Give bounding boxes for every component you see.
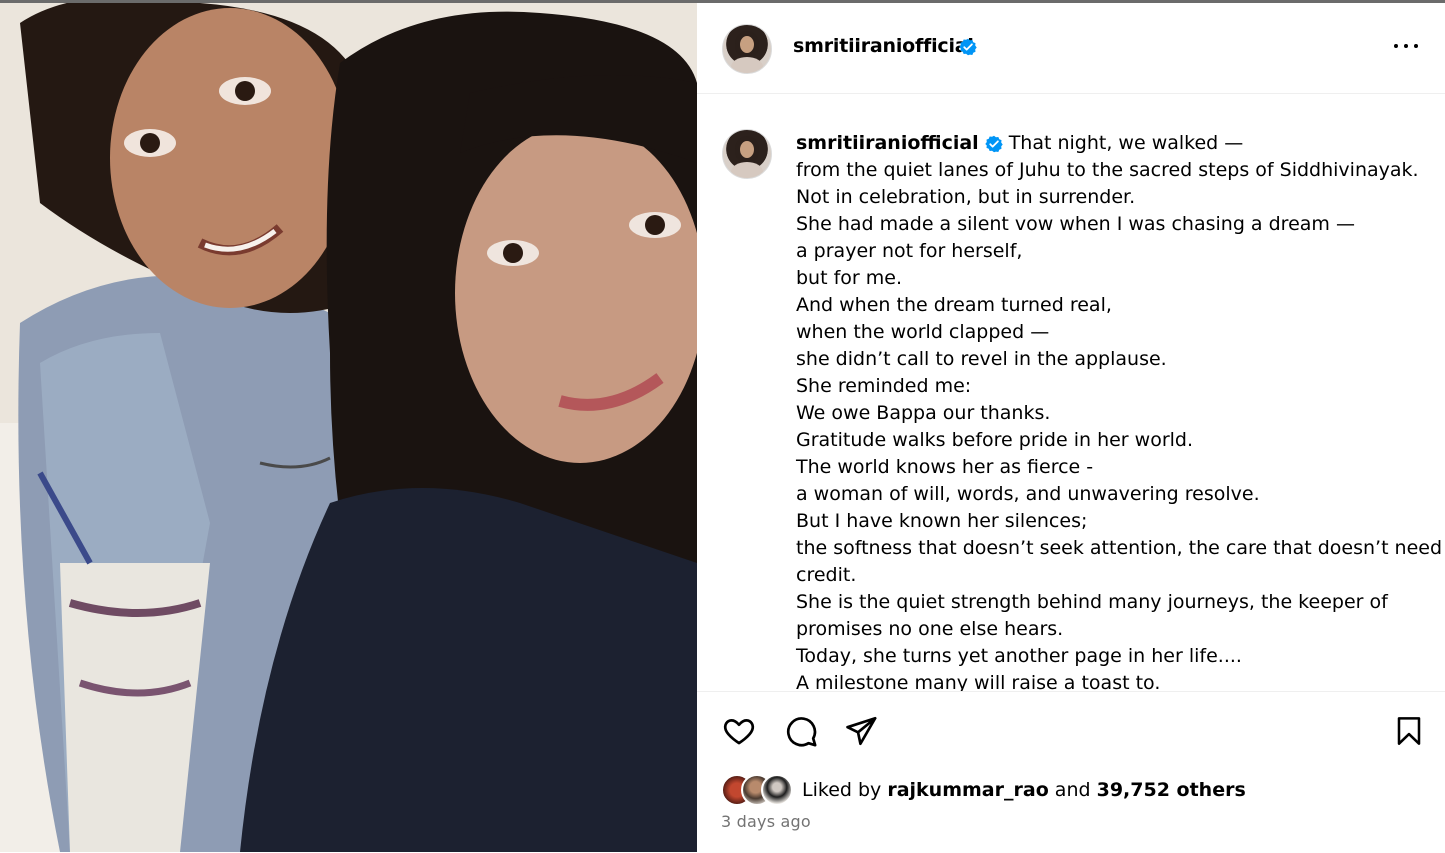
- caption-line: She reminded me:: [796, 375, 972, 397]
- caption-first-line: smritiiraniofficial That night, we walke…: [796, 130, 1426, 157]
- caption-line: We owe Bappa our thanks.: [796, 402, 1051, 424]
- liker-avatars[interactable]: [721, 774, 801, 806]
- avatar[interactable]: [761, 774, 793, 806]
- post-actions: Liked by rajkummar_rao and 39,752 others…: [697, 691, 1445, 853]
- caption-line: a woman of will, words, and unwavering r…: [796, 483, 1260, 505]
- caption-line: promises no one else hears.: [796, 618, 1064, 640]
- caption-line: A milestone many will raise a toast to.: [796, 672, 1161, 691]
- caption-line: Gratitude walks before pride in her worl…: [796, 429, 1194, 451]
- heart-icon[interactable]: [721, 714, 757, 748]
- caption-line: she didn’t call to revel in the applause…: [796, 348, 1167, 370]
- author-username[interactable]: smritiiraniofficial: [793, 35, 974, 57]
- more-options-icon[interactable]: [1391, 34, 1421, 58]
- caption-line: from the quiet lanes of Juhu to the sacr…: [796, 159, 1419, 181]
- caption-line: And when the dream turned real,: [796, 294, 1112, 316]
- paper-plane-icon[interactable]: [844, 714, 878, 748]
- likes-others-count[interactable]: 39,752 others: [1097, 779, 1246, 801]
- post-timestamp[interactable]: 3 days ago: [721, 812, 811, 831]
- likes-summary[interactable]: Liked by rajkummar_rao and 39,752 others: [802, 779, 1246, 801]
- caption-line: when the world clapped —: [796, 321, 1050, 343]
- caption-line: credit.: [796, 564, 857, 586]
- caption-line: but for me.: [796, 267, 902, 289]
- likes-connector: and: [1054, 779, 1091, 801]
- caption-line: Not in celebration, but in surrender.: [796, 186, 1136, 208]
- post-photo[interactable]: [0, 3, 697, 852]
- comment-bubble-icon[interactable]: [783, 714, 819, 748]
- top-liker-username[interactable]: rajkummar_rao: [887, 779, 1048, 801]
- caption-author-avatar[interactable]: [722, 129, 772, 179]
- post-details-panel: smritiiraniofficial smritiiraniofficial …: [697, 3, 1445, 852]
- likes-prefix: Liked by: [802, 779, 882, 801]
- caption-line: That night, we walked —: [1008, 132, 1244, 154]
- caption-line: Today, she turns yet another page in her…: [796, 645, 1242, 667]
- verified-badge-icon: [959, 38, 977, 56]
- caption-line: the softness that doesn’t seek attention…: [796, 537, 1443, 559]
- author-avatar[interactable]: [722, 24, 772, 74]
- photo-illustration: [0, 3, 697, 852]
- post-header: smritiiraniofficial: [697, 3, 1445, 94]
- caption-username[interactable]: smritiiraniofficial: [796, 130, 979, 157]
- caption-line: She is the quiet strength behind many jo…: [796, 591, 1388, 613]
- caption-line: She had made a silent vow when I was cha…: [796, 213, 1355, 235]
- verified-badge-icon: [984, 135, 1003, 152]
- caption-scroll-area[interactable]: smritiiraniofficial That night, we walke…: [697, 94, 1445, 691]
- caption-line: But I have known her silences;: [796, 510, 1088, 532]
- bookmark-icon[interactable]: [1393, 714, 1425, 748]
- post-caption: smritiiraniofficial That night, we walke…: [796, 130, 1443, 691]
- caption-line: The world knows her as fierce -: [796, 456, 1094, 478]
- caption-line: a prayer not for herself,: [796, 240, 1023, 262]
